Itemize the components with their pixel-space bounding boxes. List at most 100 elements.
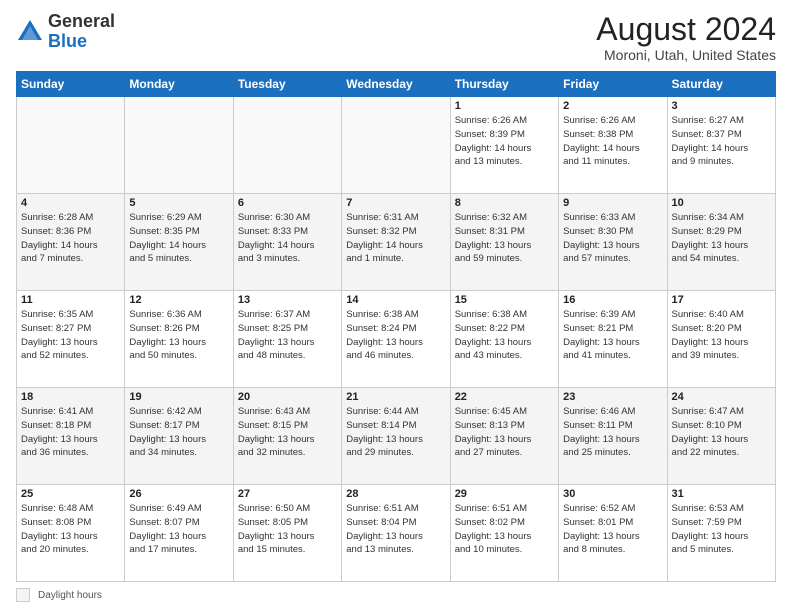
day-info: Sunrise: 6:50 AM Sunset: 8:05 PM Dayligh… [238, 502, 337, 557]
day-number: 28 [346, 488, 445, 500]
calendar-header-friday: Friday [559, 72, 667, 97]
day-info: Sunrise: 6:44 AM Sunset: 8:14 PM Dayligh… [346, 405, 445, 460]
day-info: Sunrise: 6:38 AM Sunset: 8:22 PM Dayligh… [455, 308, 554, 363]
table-row: 27 Sunrise: 6:50 AM Sunset: 8:05 PM Dayli… [233, 485, 341, 582]
day-info: Sunrise: 6:47 AM Sunset: 8:10 PM Dayligh… [672, 405, 771, 460]
day-number: 26 [129, 488, 228, 500]
table-row [233, 97, 341, 194]
table-row: 18Sunrise: 6:41 AM Sunset: 8:18 PM Dayli… [17, 388, 125, 485]
day-info: Sunrise: 6:43 AM Sunset: 8:15 PM Dayligh… [238, 405, 337, 460]
day-number: 19 [129, 391, 228, 403]
day-number: 24 [672, 391, 771, 403]
table-row: 31Sunrise: 6:53 AM Sunset: 7:59 PM Dayli… [667, 485, 775, 582]
day-info: Sunrise: 6:29 AM Sunset: 8:35 PM Dayligh… [129, 211, 228, 266]
day-number: 3 [672, 100, 771, 112]
day-info: Sunrise: 6:51 AM Sunset: 8:02 PM Dayligh… [455, 502, 554, 557]
table-row: 4 Sunrise: 6:28 AM Sunset: 8:36 PM Daylig… [17, 194, 125, 291]
day-number: 7 [346, 197, 445, 209]
table-row: 5Sunrise: 6:29 AM Sunset: 8:35 PM Daylig… [125, 194, 233, 291]
logo-blue: Blue [48, 31, 87, 51]
table-row: 24 Sunrise: 6:47 AM Sunset: 8:10 PM Dayli… [667, 388, 775, 485]
day-info: Sunrise: 6:51 AM Sunset: 8:04 PM Dayligh… [346, 502, 445, 557]
table-row: 28 Sunrise: 6:51 AM Sunset: 8:04 PM Dayli… [342, 485, 450, 582]
location: Moroni, Utah, United States [596, 47, 776, 63]
calendar-week-row: 25 Sunrise: 6:48 AM Sunset: 8:08 PM Dayli… [17, 485, 776, 582]
legend-box [16, 588, 30, 602]
day-info: Sunrise: 6:28 AM Sunset: 8:36 PM Dayligh… [21, 211, 120, 266]
day-number: 9 [563, 197, 662, 209]
day-info: Sunrise: 6:40 AM Sunset: 8:20 PM Dayligh… [672, 308, 771, 363]
day-number: 12 [129, 294, 228, 306]
table-row: 29 Sunrise: 6:51 AM Sunset: 8:02 PM Dayli… [450, 485, 558, 582]
day-number: 6 [238, 197, 337, 209]
day-number: 11 [21, 294, 120, 306]
day-info: Sunrise: 6:36 AM Sunset: 8:26 PM Dayligh… [129, 308, 228, 363]
table-row: 3 Sunrise: 6:27 AM Sunset: 8:37 PM Daylig… [667, 97, 775, 194]
header: General Blue August 2024 Moroni, Utah, U… [16, 12, 776, 63]
day-info: Sunrise: 6:37 AM Sunset: 8:25 PM Dayligh… [238, 308, 337, 363]
day-number: 14 [346, 294, 445, 306]
day-number: 15 [455, 294, 554, 306]
calendar-week-row: 4 Sunrise: 6:28 AM Sunset: 8:36 PM Daylig… [17, 194, 776, 291]
calendar-week-row: 11 Sunrise: 6:35 AM Sunset: 8:27 PM Dayli… [17, 291, 776, 388]
day-info: Sunrise: 6:35 AM Sunset: 8:27 PM Dayligh… [21, 308, 120, 363]
table-row: 1Sunrise: 6:26 AM Sunset: 8:39 PM Daylig… [450, 97, 558, 194]
calendar-header-sunday: Sunday [17, 72, 125, 97]
day-number: 1 [455, 100, 554, 112]
day-number: 10 [672, 197, 771, 209]
day-number: 31 [672, 488, 771, 500]
legend-label: Daylight hours [38, 590, 102, 601]
day-info: Sunrise: 6:30 AM Sunset: 8:33 PM Dayligh… [238, 211, 337, 266]
day-info: Sunrise: 6:27 AM Sunset: 8:37 PM Dayligh… [672, 114, 771, 169]
calendar-header-wednesday: Wednesday [342, 72, 450, 97]
day-info: Sunrise: 6:46 AM Sunset: 8:11 PM Dayligh… [563, 405, 662, 460]
table-row: 9Sunrise: 6:33 AM Sunset: 8:30 PM Daylig… [559, 194, 667, 291]
day-info: Sunrise: 6:42 AM Sunset: 8:17 PM Dayligh… [129, 405, 228, 460]
table-row: 7 Sunrise: 6:31 AM Sunset: 8:32 PM Daylig… [342, 194, 450, 291]
calendar-table: SundayMondayTuesdayWednesdayThursdayFrid… [16, 71, 776, 582]
calendar-header-tuesday: Tuesday [233, 72, 341, 97]
table-row: 25 Sunrise: 6:48 AM Sunset: 8:08 PM Dayli… [17, 485, 125, 582]
table-row: 2Sunrise: 6:26 AM Sunset: 8:38 PM Daylig… [559, 97, 667, 194]
table-row: 15 Sunrise: 6:38 AM Sunset: 8:22 PM Dayli… [450, 291, 558, 388]
table-row: 10 Sunrise: 6:34 AM Sunset: 8:29 PM Dayli… [667, 194, 775, 291]
table-row: 16 Sunrise: 6:39 AM Sunset: 8:21 PM Dayli… [559, 291, 667, 388]
day-info: Sunrise: 6:34 AM Sunset: 8:29 PM Dayligh… [672, 211, 771, 266]
table-row: 20Sunrise: 6:43 AM Sunset: 8:15 PM Dayli… [233, 388, 341, 485]
calendar-header-thursday: Thursday [450, 72, 558, 97]
calendar-header-saturday: Saturday [667, 72, 775, 97]
table-row: 19 Sunrise: 6:42 AM Sunset: 8:17 PM Dayli… [125, 388, 233, 485]
day-number: 30 [563, 488, 662, 500]
day-info: Sunrise: 6:32 AM Sunset: 8:31 PM Dayligh… [455, 211, 554, 266]
table-row: 17 Sunrise: 6:40 AM Sunset: 8:20 PM Dayli… [667, 291, 775, 388]
day-number: 17 [672, 294, 771, 306]
day-number: 29 [455, 488, 554, 500]
table-row [342, 97, 450, 194]
day-info: Sunrise: 6:39 AM Sunset: 8:21 PM Dayligh… [563, 308, 662, 363]
table-row: 21 Sunrise: 6:44 AM Sunset: 8:14 PM Dayli… [342, 388, 450, 485]
day-info: Sunrise: 6:52 AM Sunset: 8:01 PM Dayligh… [563, 502, 662, 557]
day-number: 4 [21, 197, 120, 209]
day-number: 13 [238, 294, 337, 306]
day-info: Sunrise: 6:48 AM Sunset: 8:08 PM Dayligh… [21, 502, 120, 557]
day-number: 16 [563, 294, 662, 306]
logo-general: General [48, 11, 115, 31]
calendar-header-row: SundayMondayTuesdayWednesdayThursdayFrid… [17, 72, 776, 97]
day-info: Sunrise: 6:38 AM Sunset: 8:24 PM Dayligh… [346, 308, 445, 363]
day-number: 25 [21, 488, 120, 500]
day-number: 21 [346, 391, 445, 403]
calendar-week-row: 1Sunrise: 6:26 AM Sunset: 8:39 PM Daylig… [17, 97, 776, 194]
table-row: 26 Sunrise: 6:49 AM Sunset: 8:07 PM Dayli… [125, 485, 233, 582]
table-row: 22Sunrise: 6:45 AM Sunset: 8:13 PM Dayli… [450, 388, 558, 485]
table-row: 12 Sunrise: 6:36 AM Sunset: 8:26 PM Dayli… [125, 291, 233, 388]
day-info: Sunrise: 6:31 AM Sunset: 8:32 PM Dayligh… [346, 211, 445, 266]
table-row: 14 Sunrise: 6:38 AM Sunset: 8:24 PM Dayli… [342, 291, 450, 388]
month-year: August 2024 [596, 12, 776, 47]
title-block: August 2024 Moroni, Utah, United States [596, 12, 776, 63]
day-number: 23 [563, 391, 662, 403]
calendar-week-row: 18Sunrise: 6:41 AM Sunset: 8:18 PM Dayli… [17, 388, 776, 485]
table-row: 8Sunrise: 6:32 AM Sunset: 8:31 PM Daylig… [450, 194, 558, 291]
table-row: 11 Sunrise: 6:35 AM Sunset: 8:27 PM Dayli… [17, 291, 125, 388]
day-number: 27 [238, 488, 337, 500]
day-info: Sunrise: 6:49 AM Sunset: 8:07 PM Dayligh… [129, 502, 228, 557]
